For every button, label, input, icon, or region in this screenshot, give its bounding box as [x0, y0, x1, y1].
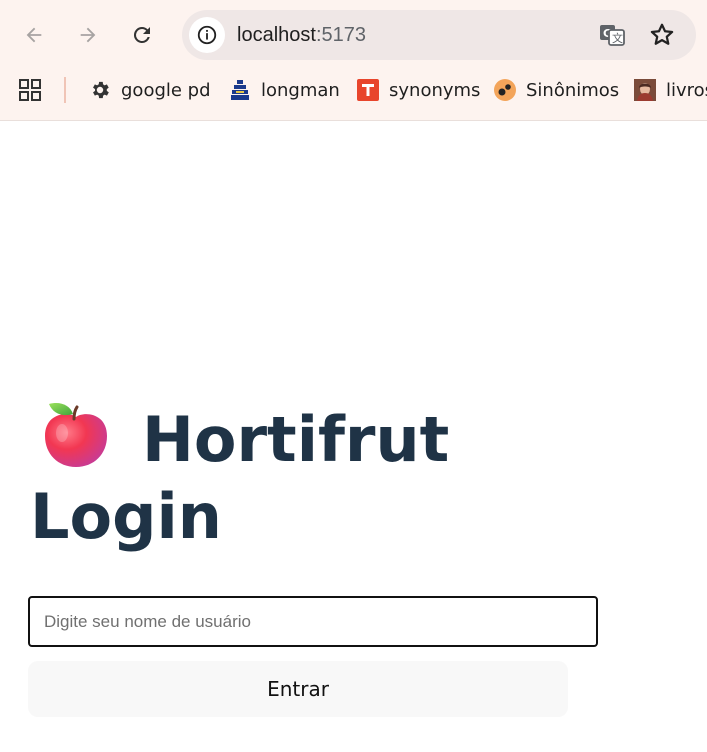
livros-favicon — [634, 79, 656, 101]
sinonimos-favicon — [494, 79, 516, 101]
page-title: Hortifrut Login — [30, 397, 630, 555]
bookmarks-bar: google pd longman synonyms Sinônimos liv… — [0, 68, 707, 112]
bookmark-label: livros — [666, 79, 707, 101]
browser-toolbar: localhost:5173 G 文 — [0, 0, 707, 68]
bookmarks-divider — [64, 77, 66, 103]
forward-button[interactable] — [71, 18, 105, 52]
bookmark-livros[interactable]: livros — [634, 76, 707, 104]
url-port: :5173 — [315, 24, 366, 46]
bookmark-sinonimos[interactable]: Sinônimos — [494, 76, 619, 104]
title-line-1: Hortifrut — [30, 397, 630, 478]
bookmark-longman[interactable]: longman — [229, 76, 340, 104]
bookmark-label: longman — [261, 79, 340, 101]
username-input[interactable] — [28, 596, 598, 647]
login-submit-button[interactable]: Entrar — [28, 661, 568, 717]
bookmark-synonyms[interactable]: synonyms — [357, 76, 480, 104]
page-content: Hortifrut Login Entrar — [0, 121, 707, 752]
title-text-hortifrut: Hortifrut — [142, 403, 450, 476]
longman-favicon — [231, 80, 249, 100]
address-bar[interactable]: localhost:5173 G 文 — [182, 10, 696, 60]
apple-icon — [45, 403, 107, 467]
title-line-2: Login — [30, 480, 222, 553]
info-icon — [197, 25, 217, 45]
reload-icon — [133, 26, 150, 43]
reload-button[interactable] — [125, 18, 159, 52]
back-button[interactable] — [17, 18, 51, 52]
bookmark-label: synonyms — [389, 79, 481, 101]
svg-text:文: 文 — [612, 31, 623, 45]
bookmark-google-pd[interactable]: google pd — [89, 76, 211, 104]
arrow-right-icon — [80, 27, 96, 43]
bookmark-label: google pd — [121, 79, 211, 101]
browser-chrome: localhost:5173 G 文 google pd longman syn… — [0, 0, 707, 121]
site-info-button[interactable] — [189, 17, 225, 53]
gear-icon — [93, 81, 109, 99]
bookmark-star-icon[interactable] — [648, 21, 676, 49]
synonyms-favicon — [357, 79, 379, 101]
arrow-left-icon — [26, 27, 42, 43]
address-text[interactable]: localhost:5173 — [237, 24, 366, 46]
url-host: localhost — [237, 24, 316, 46]
bookmark-label: Sinônimos — [526, 79, 620, 101]
apps-grid-icon[interactable] — [19, 79, 41, 101]
translate-icon[interactable]: G 文 — [598, 21, 626, 49]
